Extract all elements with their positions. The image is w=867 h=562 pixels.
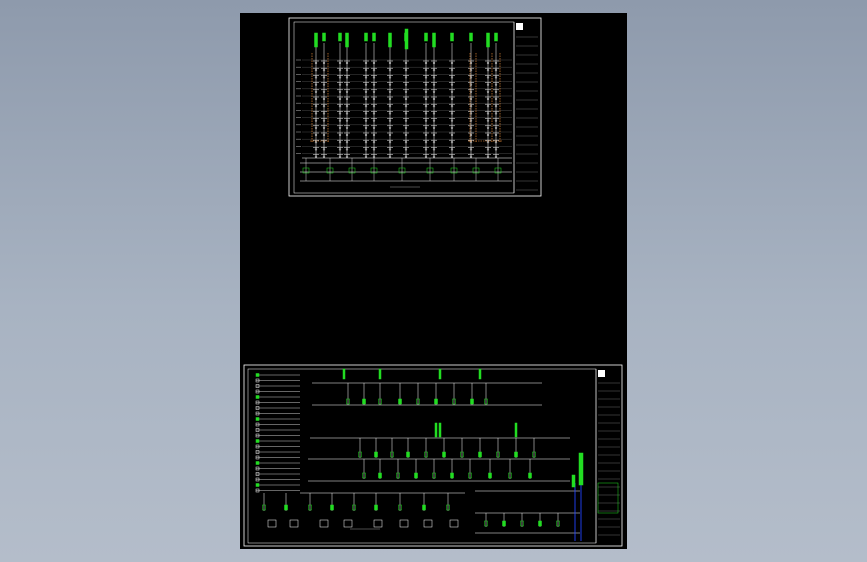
legend-symbol <box>255 439 260 443</box>
upper-basement-piping <box>300 158 512 188</box>
riser-tag <box>438 422 442 438</box>
drawing-canvas[interactable] <box>240 13 627 549</box>
tank-symbol <box>449 519 459 528</box>
legend-symbol <box>255 483 260 487</box>
riser-tag <box>438 368 442 380</box>
equipment-symbol <box>442 451 446 458</box>
equipment-symbol <box>406 451 410 458</box>
lower-branch-pipes <box>262 368 560 530</box>
upper-floor-lines <box>296 59 512 159</box>
riser-tag <box>342 368 346 380</box>
riser-tag <box>494 32 498 42</box>
equipment-symbol <box>398 398 402 405</box>
title-stamp <box>597 482 619 514</box>
riser-tag <box>322 32 326 42</box>
riser-tag <box>434 422 438 438</box>
riser-tag <box>364 32 368 42</box>
equipment-symbol <box>330 504 334 511</box>
riser-tag <box>571 474 576 488</box>
riser-tag <box>404 28 409 50</box>
riser-tag <box>388 32 392 48</box>
riser-tag <box>338 32 342 42</box>
legend-symbol <box>255 395 260 399</box>
riser-tag <box>314 32 318 48</box>
upper-title-block <box>513 22 538 193</box>
equipment-symbol <box>502 520 506 527</box>
riser-tag <box>478 368 482 380</box>
equipment-symbol <box>284 504 288 511</box>
drawing-sheets <box>243 17 623 547</box>
riser-tag <box>432 32 436 48</box>
equipment-symbol <box>434 398 438 405</box>
equipment-symbol <box>450 472 454 479</box>
lower-highlight-riser <box>571 452 584 541</box>
equipment-symbol <box>528 472 532 479</box>
riser-tag <box>514 422 518 438</box>
riser-tag <box>450 32 454 42</box>
equipment-symbol <box>414 472 418 479</box>
riser-tag <box>578 452 584 486</box>
equipment-symbol <box>422 504 426 511</box>
riser-tag <box>469 32 473 42</box>
riser-tag <box>345 32 349 48</box>
equipment-symbol <box>478 451 482 458</box>
riser-tag <box>424 32 428 42</box>
upper-risers <box>313 28 499 158</box>
tank-symbol <box>319 519 329 528</box>
lower-main-pipes <box>300 382 580 534</box>
lower-sheet <box>243 364 623 547</box>
tank-symbol <box>423 519 433 528</box>
equipment-symbol <box>362 398 366 405</box>
lower-legend-column <box>255 373 300 493</box>
upper-sheet <box>288 17 542 197</box>
upper-sheet-inner-frame <box>293 21 515 194</box>
legend-symbol <box>255 461 260 465</box>
equipment-symbol <box>374 451 378 458</box>
equipment-symbol <box>378 472 382 479</box>
lower-title-block <box>595 369 620 543</box>
equipment-symbol <box>470 398 474 405</box>
lower-sheet-frame <box>243 364 623 547</box>
tank-symbol <box>267 519 277 528</box>
tank-symbol <box>399 519 409 528</box>
riser-tag <box>378 368 382 380</box>
lower-logo <box>598 370 605 377</box>
legend-symbol <box>255 417 260 421</box>
equipment-symbol <box>374 504 378 511</box>
equipment-symbol <box>488 472 492 479</box>
equipment-symbol <box>538 520 542 527</box>
lower-sheet-inner-frame <box>247 368 597 544</box>
tank-symbol <box>289 519 299 528</box>
riser-tag <box>486 32 490 48</box>
tank-symbol <box>373 519 383 528</box>
cad-viewport[interactable] <box>0 0 867 562</box>
legend-symbol <box>255 373 260 377</box>
equipment-symbol <box>514 451 518 458</box>
tank-symbol <box>343 519 353 528</box>
riser-tag <box>372 32 376 42</box>
upper-logo <box>516 23 523 30</box>
